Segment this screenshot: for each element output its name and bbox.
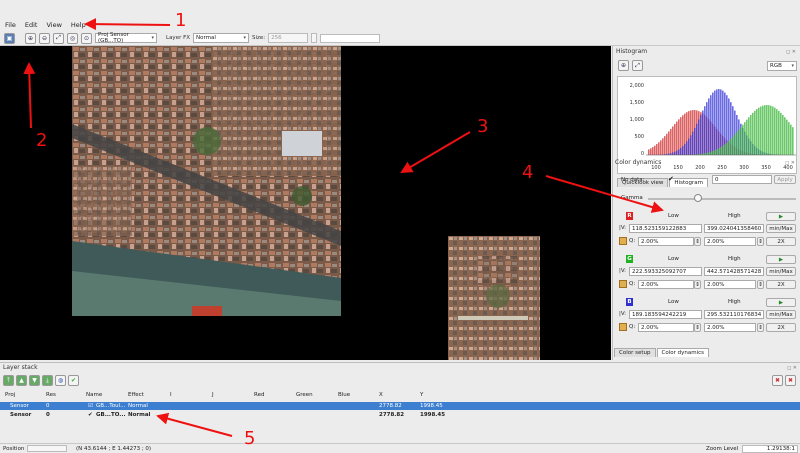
app-window: File Edit View Help ▣ ⊕ ⊖ ⤢ ◎ ⊙ Proj Sen… (0, 0, 800, 453)
annotation-arrow-1 (84, 18, 171, 31)
annotation-label-2: 2 (36, 130, 48, 151)
annotation-label-5: 5 (244, 428, 256, 449)
annotation-overlay (23, 18, 664, 437)
annotation-label-1: 1 (175, 10, 187, 31)
annotation-label-3: 3 (477, 116, 489, 137)
annotation-arrow-4 (545, 175, 664, 213)
annotation-arrow-3 (400, 131, 471, 174)
annotation-arrow-2 (23, 62, 36, 129)
annotation-arrow-5 (156, 412, 233, 437)
annotation-label-4: 4 (522, 162, 534, 183)
